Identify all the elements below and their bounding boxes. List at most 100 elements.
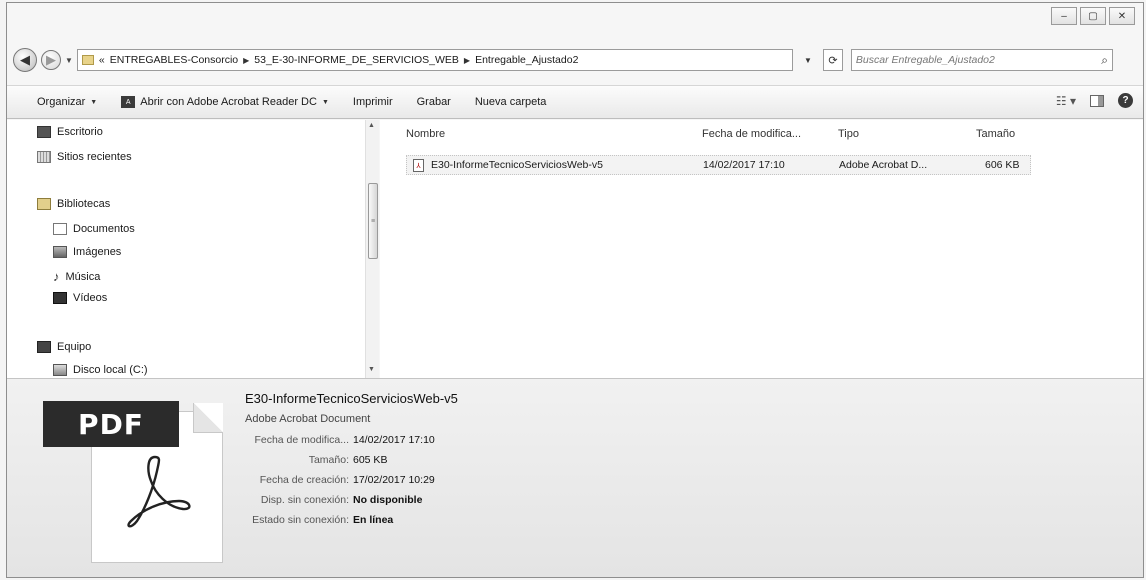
nav-item-label: Escritorio — [57, 126, 103, 138]
detail-label-offline-availability: Disp. sin conexión: — [260, 494, 349, 506]
nav-item-label: Equipo — [57, 341, 92, 353]
toolbar-right: ☷ ▾ ? — [1056, 93, 1133, 108]
nav-item-label: Disco local (C:) — [73, 364, 148, 376]
chevron-down-icon: ▼ — [90, 98, 98, 106]
preview-pane-icon[interactable] — [1090, 94, 1104, 107]
close-button[interactable]: ✕ — [1109, 7, 1135, 25]
open-with-button[interactable]: A Abrir con Adobe Acrobat Reader DC ▼ — [121, 96, 329, 108]
detail-value-size: 605 KB — [353, 454, 388, 466]
details-pane: PDF E30-InformeTecnicoServiciosWeb-v5 Ad… — [7, 378, 1143, 577]
detail-label-offline-status: Estado sin conexión: — [252, 514, 349, 526]
open-with-label: Abrir con Adobe Acrobat Reader DC — [140, 96, 317, 108]
nav-item-documents[interactable]: Documentos — [53, 223, 135, 235]
scroll-thumb[interactable]: ≡ — [368, 183, 378, 259]
burn-label: Grabar — [416, 96, 451, 108]
nav-item-videos[interactable]: Vídeos — [53, 292, 107, 304]
refresh-icon: ⟳ — [828, 54, 838, 67]
back-icon: ◀ — [20, 52, 30, 67]
column-header-name[interactable]: Nombre — [406, 128, 445, 140]
maximize-button[interactable]: ▢ — [1080, 7, 1106, 25]
breadcrumb-entregable-ajustado[interactable]: Entregable_Ajustado2 — [475, 54, 578, 66]
address-dropdown[interactable]: ▼ — [797, 56, 819, 65]
detail-label-created: Fecha de creación: — [259, 474, 349, 486]
print-button[interactable]: Imprimir — [353, 96, 393, 108]
file-list: Nombre Fecha de modifica... Tipo Tamaño … — [380, 120, 1143, 378]
table-row[interactable]: ⅄ E30-InformeTecnicoServiciosWeb-v5 14/0… — [406, 155, 1031, 175]
address-row: ◀ ▶ ▼ « ENTREGABLES-Consorcio ▶ 53_E-30-… — [13, 45, 1139, 75]
thumbnail-page-fold — [193, 403, 223, 433]
caption-buttons: – ▢ ✕ — [1051, 7, 1135, 25]
nav-item-libraries[interactable]: Bibliotecas — [37, 198, 110, 210]
search-box[interactable]: Buscar Entregable_Ajustado2 ⌕ — [850, 49, 1113, 71]
acrobat-icon: A — [121, 96, 136, 108]
file-type: Adobe Acrobat D... — [839, 159, 928, 171]
nav-scrollbar[interactable]: ▲ ≡ ▼ — [365, 120, 379, 378]
nav-item-label: Imágenes — [73, 246, 122, 258]
address-overflow[interactable]: « — [99, 54, 105, 66]
column-header-type[interactable]: Tipo — [838, 128, 859, 140]
nav-item-computer[interactable]: Equipo — [37, 341, 91, 353]
details-title: E30-InformeTecnicoServiciosWeb-v5 — [245, 391, 458, 406]
recent-places-icon — [37, 151, 51, 163]
nav-item-local-disk[interactable]: Disco local (C:) — [53, 364, 148, 376]
nav-item-music[interactable]: ♪ Música — [53, 269, 100, 284]
nav-item-label: Bibliotecas — [57, 198, 111, 210]
detail-label-size: Tamaño: — [308, 454, 349, 466]
documents-icon — [53, 223, 67, 235]
column-header-size[interactable]: Tamaño — [976, 128, 1015, 140]
detail-value-created[interactable]: 17/02/2017 10:29 — [353, 474, 435, 486]
search-input[interactable]: Buscar Entregable_Ajustado2 — [856, 54, 995, 66]
nav-item-recent[interactable]: Sitios recientes — [37, 151, 132, 163]
column-header-modified[interactable]: Fecha de modifica... — [702, 128, 801, 140]
breadcrumb-separator[interactable]: ▶ — [464, 56, 470, 65]
scroll-up-icon[interactable]: ▲ — [368, 122, 375, 129]
images-icon — [53, 246, 67, 258]
nav-item-label: Vídeos — [73, 292, 108, 304]
new-folder-label: Nueva carpeta — [474, 96, 547, 108]
library-icon — [37, 198, 51, 210]
minimize-button[interactable]: – — [1051, 7, 1077, 25]
scroll-down-icon[interactable]: ▼ — [368, 366, 375, 373]
search-icon[interactable]: ⌕ — [1101, 53, 1108, 68]
detail-value-offline-availability[interactable]: No disponible — [353, 494, 422, 506]
forward-button[interactable]: ▶ — [41, 50, 61, 70]
navigation-pane: Escritorio Sitios recientes Bibliotecas … — [7, 120, 379, 378]
command-bar: Organizar ▼ A Abrir con Adobe Acrobat Re… — [7, 85, 1143, 119]
details-subtitle: Adobe Acrobat Document — [245, 413, 371, 425]
help-icon[interactable]: ? — [1118, 93, 1133, 108]
nav-item-label: Música — [65, 270, 101, 283]
view-options-icon[interactable]: ☷ ▾ — [1056, 94, 1076, 108]
back-button[interactable]: ◀ — [13, 48, 37, 72]
organize-button[interactable]: Organizar ▼ — [37, 96, 97, 108]
nav-item-label: Sitios recientes — [57, 151, 132, 163]
file-modified: 14/02/2017 17:10 — [703, 159, 785, 171]
pdf-file-icon: ⅄ — [413, 159, 424, 172]
detail-value-offline-status: En línea — [353, 514, 394, 526]
refresh-button[interactable]: ⟳ — [822, 49, 843, 71]
file-size: 606 KB — [985, 159, 1020, 171]
nav-item-desktop[interactable]: Escritorio — [37, 126, 103, 138]
organize-label: Organizar — [37, 96, 86, 108]
breadcrumb-informe[interactable]: 53_E-30-INFORME_DE_SERVICIOS_WEB — [254, 54, 459, 66]
chevron-down-icon: ▼ — [321, 98, 329, 106]
music-icon: ♪ — [53, 269, 60, 284]
computer-icon — [37, 341, 51, 353]
detail-label-modified: Fecha de modifica... — [254, 434, 349, 446]
breadcrumb-entregables[interactable]: ENTREGABLES-Consorcio — [110, 54, 238, 66]
recent-pages-dropdown[interactable]: ▼ — [65, 56, 73, 65]
forward-icon: ▶ — [46, 52, 56, 67]
desktop-icon — [37, 126, 51, 138]
new-folder-button[interactable]: Nueva carpeta — [475, 96, 547, 108]
explorer-window: – ▢ ✕ ◀ ▶ ▼ « ENTREGABLES-Consorcio ▶ 53… — [6, 2, 1144, 578]
breadcrumb-separator[interactable]: ▶ — [243, 56, 249, 65]
address-bar[interactable]: « ENTREGABLES-Consorcio ▶ 53_E-30-INFORM… — [76, 49, 793, 71]
folder-icon — [81, 55, 94, 65]
file-name: E30-InformeTecnicoServiciosWeb-v5 — [431, 159, 603, 171]
nav-item-label: Documentos — [73, 223, 135, 235]
print-label: Imprimir — [352, 96, 393, 108]
disk-icon — [53, 364, 67, 376]
videos-icon — [53, 292, 67, 304]
nav-item-images[interactable]: Imágenes — [53, 246, 121, 258]
burn-button[interactable]: Grabar — [417, 96, 451, 108]
detail-value-modified[interactable]: 14/02/2017 17:10 — [353, 434, 435, 446]
